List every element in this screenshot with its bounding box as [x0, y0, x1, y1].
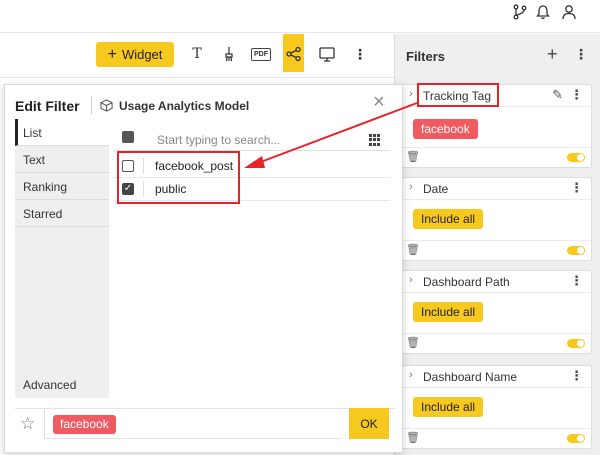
- filter-value-tag[interactable]: facebook: [413, 119, 478, 139]
- select-all-checkbox[interactable]: [122, 131, 134, 143]
- filter-card-footer: 🗑: [403, 333, 591, 353]
- filter-enable-toggle[interactable]: [567, 153, 585, 162]
- add-widget-label: Widget: [121, 47, 163, 62]
- close-icon[interactable]: ×: [373, 91, 385, 114]
- card-kebab-icon[interactable]: ⋮: [570, 273, 583, 289]
- bell-icon[interactable]: [535, 4, 551, 20]
- top-bar: [0, 0, 600, 33]
- filter-enable-toggle[interactable]: [567, 339, 585, 348]
- filters-panel-title: Filters: [406, 49, 446, 64]
- pencil-icon[interactable]: ✎: [552, 87, 563, 103]
- ok-button[interactable]: OK: [349, 408, 389, 439]
- filter-card-dashboard-name[interactable]: › Dashboard Name ⋮ Include all 🗑: [402, 365, 592, 449]
- data-model-name: Usage Analytics Model: [119, 99, 250, 113]
- trash-icon[interactable]: 🗑: [406, 336, 420, 349]
- filter-card-footer: 🗑: [403, 428, 591, 448]
- filter-enable-toggle[interactable]: [567, 246, 585, 255]
- chevron-right-icon[interactable]: ›: [409, 274, 413, 286]
- selected-values-input[interactable]: [44, 438, 342, 439]
- grid-view-icon[interactable]: [369, 134, 381, 146]
- branch-icon[interactable]: [512, 4, 528, 20]
- filter-value-tag[interactable]: Include all: [413, 397, 484, 417]
- footer-divider: [44, 410, 45, 438]
- filter-card-title: Date: [423, 182, 449, 196]
- star-icon[interactable]: ☆: [20, 414, 35, 434]
- filter-card-header[interactable]: › Dashboard Path ⋮: [403, 271, 591, 293]
- filter-card-header[interactable]: › Dashboard Name ⋮: [403, 366, 591, 388]
- tab-list[interactable]: List: [15, 119, 109, 146]
- pdf-icon[interactable]: PDF: [251, 48, 271, 61]
- filter-card-footer: 🗑: [403, 240, 591, 260]
- filter-value-tag[interactable]: Include all: [413, 209, 484, 229]
- chevron-right-icon[interactable]: ›: [409, 369, 413, 381]
- user-icon[interactable]: [561, 4, 577, 20]
- trash-icon[interactable]: 🗑: [406, 150, 420, 163]
- search-input[interactable]: Start typing to search...: [157, 133, 280, 147]
- annotation-box-list-items: [117, 151, 240, 204]
- add-widget-button[interactable]: + Widget: [96, 42, 174, 67]
- annotation-box-tracking-tag: [417, 83, 499, 107]
- filter-value-tag[interactable]: Include all: [413, 302, 484, 322]
- filter-card-footer: 🗑: [403, 147, 591, 167]
- filter-card-title: Dashboard Path: [423, 275, 510, 289]
- tab-starred[interactable]: Starred: [15, 200, 109, 227]
- filters-kebab-icon[interactable]: ⋮: [574, 46, 588, 63]
- chevron-right-icon[interactable]: ›: [409, 181, 413, 193]
- filter-card-header[interactable]: › Date ⋮: [403, 178, 591, 200]
- share-icon: [286, 46, 301, 62]
- cube-icon: [100, 99, 113, 112]
- trash-icon[interactable]: 🗑: [406, 431, 420, 444]
- trash-icon[interactable]: 🗑: [406, 243, 420, 256]
- filter-card-dashboard-path[interactable]: › Dashboard Path ⋮ Include all 🗑: [402, 270, 592, 354]
- tab-advanced[interactable]: Advanced: [23, 378, 76, 392]
- text-icon[interactable]: T: [188, 45, 206, 63]
- tab-ranking[interactable]: Ranking: [15, 173, 109, 200]
- filter-card-date[interactable]: › Date ⋮ Include all 🗑: [402, 177, 592, 261]
- filter-card-title: Dashboard Name: [423, 370, 518, 384]
- card-kebab-icon[interactable]: ⋮: [570, 87, 583, 103]
- card-kebab-icon[interactable]: ⋮: [570, 368, 583, 384]
- toolbar-kebab-icon[interactable]: ⋮: [351, 45, 369, 63]
- chevron-right-icon[interactable]: ›: [409, 88, 413, 100]
- dialog-title: Edit Filter: [15, 98, 80, 114]
- monitor-icon[interactable]: [318, 45, 336, 63]
- selected-value-tag[interactable]: facebook: [53, 415, 116, 434]
- card-kebab-icon[interactable]: ⋮: [570, 180, 583, 196]
- plus-icon: +: [107, 45, 117, 63]
- tab-text[interactable]: Text: [15, 146, 109, 173]
- add-filter-icon[interactable]: +: [547, 44, 558, 65]
- filter-enable-toggle[interactable]: [567, 434, 585, 443]
- title-divider: [91, 96, 92, 114]
- brush-icon[interactable]: [220, 45, 238, 63]
- filter-type-sidebar: List Text Ranking Starred Advanced: [15, 119, 109, 398]
